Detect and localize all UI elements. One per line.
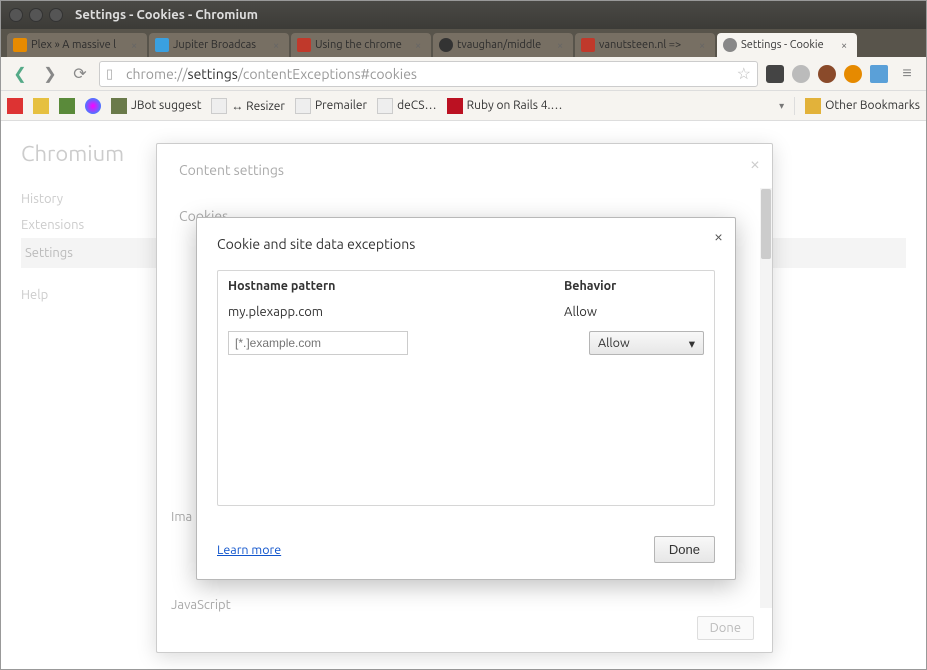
done-button[interactable]: Done (654, 536, 715, 563)
page-icon (211, 98, 227, 114)
scrollbar-thumb[interactable] (761, 189, 771, 259)
cookie-exceptions-dialog: × Cookie and site data exceptions Hostna… (196, 217, 736, 580)
page-icon: ▯ (106, 67, 120, 81)
close-icon[interactable]: × (557, 40, 567, 50)
scrollbar[interactable] (760, 188, 772, 608)
page-icon (295, 98, 311, 114)
bookmark-icon[interactable] (59, 98, 75, 114)
bookmark-premailer[interactable]: Premailer (295, 98, 367, 114)
images-section-heading: Ima (171, 510, 192, 524)
close-icon[interactable]: × (131, 40, 141, 50)
close-icon[interactable]: × (841, 40, 851, 50)
exception-behavior: Allow (564, 305, 704, 319)
bookmark-icon[interactable] (85, 98, 101, 114)
plex-icon (13, 38, 27, 52)
castle-icon (581, 38, 595, 52)
window-titlebar: Settings - Cookies - Chromium (1, 1, 926, 29)
close-icon[interactable]: × (714, 228, 723, 246)
forward-button[interactable]: ❯ (39, 63, 61, 85)
window-minimize-button[interactable] (29, 8, 43, 22)
close-icon[interactable]: × (273, 40, 283, 50)
window-maximize-button[interactable] (49, 8, 63, 22)
hostname-column-header: Hostname pattern (228, 279, 564, 293)
bookmarks-bar: JBot suggest ↔ Resizer Premailer deCS… R… (1, 91, 926, 121)
window-close-button[interactable] (9, 8, 23, 22)
window-title: Settings - Cookies - Chromium (75, 8, 258, 22)
behavior-select[interactable]: Allow ▾ (589, 331, 704, 355)
learn-more-link[interactable]: Learn more (217, 543, 281, 557)
window-ext-icon[interactable] (870, 65, 888, 83)
bookmark-star-icon[interactable]: ☆ (737, 64, 751, 83)
castle-icon (297, 38, 311, 52)
js-section-heading: JavaScript (171, 598, 231, 612)
plex-ext-icon[interactable] (844, 65, 862, 83)
page-icon (377, 98, 393, 114)
rails-icon (447, 98, 463, 114)
other-bookmarks[interactable]: Other Bookmarks (805, 98, 920, 114)
content-settings-done-button[interactable]: Done (697, 616, 754, 640)
tab-github[interactable]: tvaughan/middle× (433, 33, 573, 57)
rocket-icon (155, 38, 169, 52)
extension-icon[interactable] (766, 65, 784, 83)
close-icon[interactable]: × (415, 40, 425, 50)
bookmark-decss[interactable]: deCS… (377, 98, 437, 114)
bookmark-resizer[interactable]: ↔ Resizer (211, 98, 285, 114)
gear-icon (723, 38, 737, 52)
toolbar: ❮ ❯ ⟳ ▯ chrome://settings/contentExcepti… (1, 57, 926, 91)
tab-plex[interactable]: Plex » A massive l× (7, 33, 147, 57)
ball-icon[interactable] (818, 65, 836, 83)
content-settings-title: Content settings (179, 162, 750, 178)
back-button[interactable]: ❮ (9, 63, 31, 85)
bookmark-jbot[interactable]: JBot suggest (111, 98, 201, 114)
bookmark-rails[interactable]: Ruby on Rails 4.… (447, 98, 563, 114)
url-text: chrome://settings/contentExceptions#cook… (126, 66, 417, 82)
behavior-column-header: Behavior (564, 279, 704, 293)
jbot-icon (111, 98, 127, 114)
chevron-down-icon: ▾ (689, 336, 695, 351)
github-icon (439, 38, 453, 52)
exception-row[interactable]: my.plexapp.com Allow (218, 299, 714, 325)
page-content: Chromium History Extensions Settings Hel… (1, 121, 926, 669)
folder-icon (805, 98, 821, 114)
close-icon[interactable]: × (699, 40, 709, 50)
reload-button[interactable]: ⟳ (69, 63, 91, 85)
ghost-icon[interactable] (792, 65, 810, 83)
bookmark-icon[interactable] (7, 98, 23, 114)
bookmark-icon[interactable] (33, 98, 49, 114)
close-icon[interactable]: × (750, 154, 760, 174)
exceptions-table: Hostname pattern Behavior my.plexapp.com… (217, 270, 715, 506)
bookmarks-overflow[interactable]: ▾ (779, 100, 784, 112)
menu-button[interactable]: ≡ (896, 63, 918, 85)
address-bar[interactable]: ▯ chrome://settings/contentExceptions#co… (99, 61, 758, 87)
exception-host: my.plexapp.com (228, 305, 564, 319)
new-exception-row: Allow ▾ (218, 325, 714, 365)
tab-strip: Plex » A massive l× Jupiter Broadcas× Us… (1, 29, 926, 57)
tab-vanutsteen[interactable]: vanutsteen.nl =>× (575, 33, 715, 57)
tab-using-chrome[interactable]: Using the chrome× (291, 33, 431, 57)
tab-jupiter[interactable]: Jupiter Broadcas× (149, 33, 289, 57)
hostname-input[interactable] (228, 331, 408, 355)
cookie-dialog-title: Cookie and site data exceptions (217, 236, 715, 252)
tab-settings[interactable]: Settings - Cookie× (717, 33, 857, 57)
